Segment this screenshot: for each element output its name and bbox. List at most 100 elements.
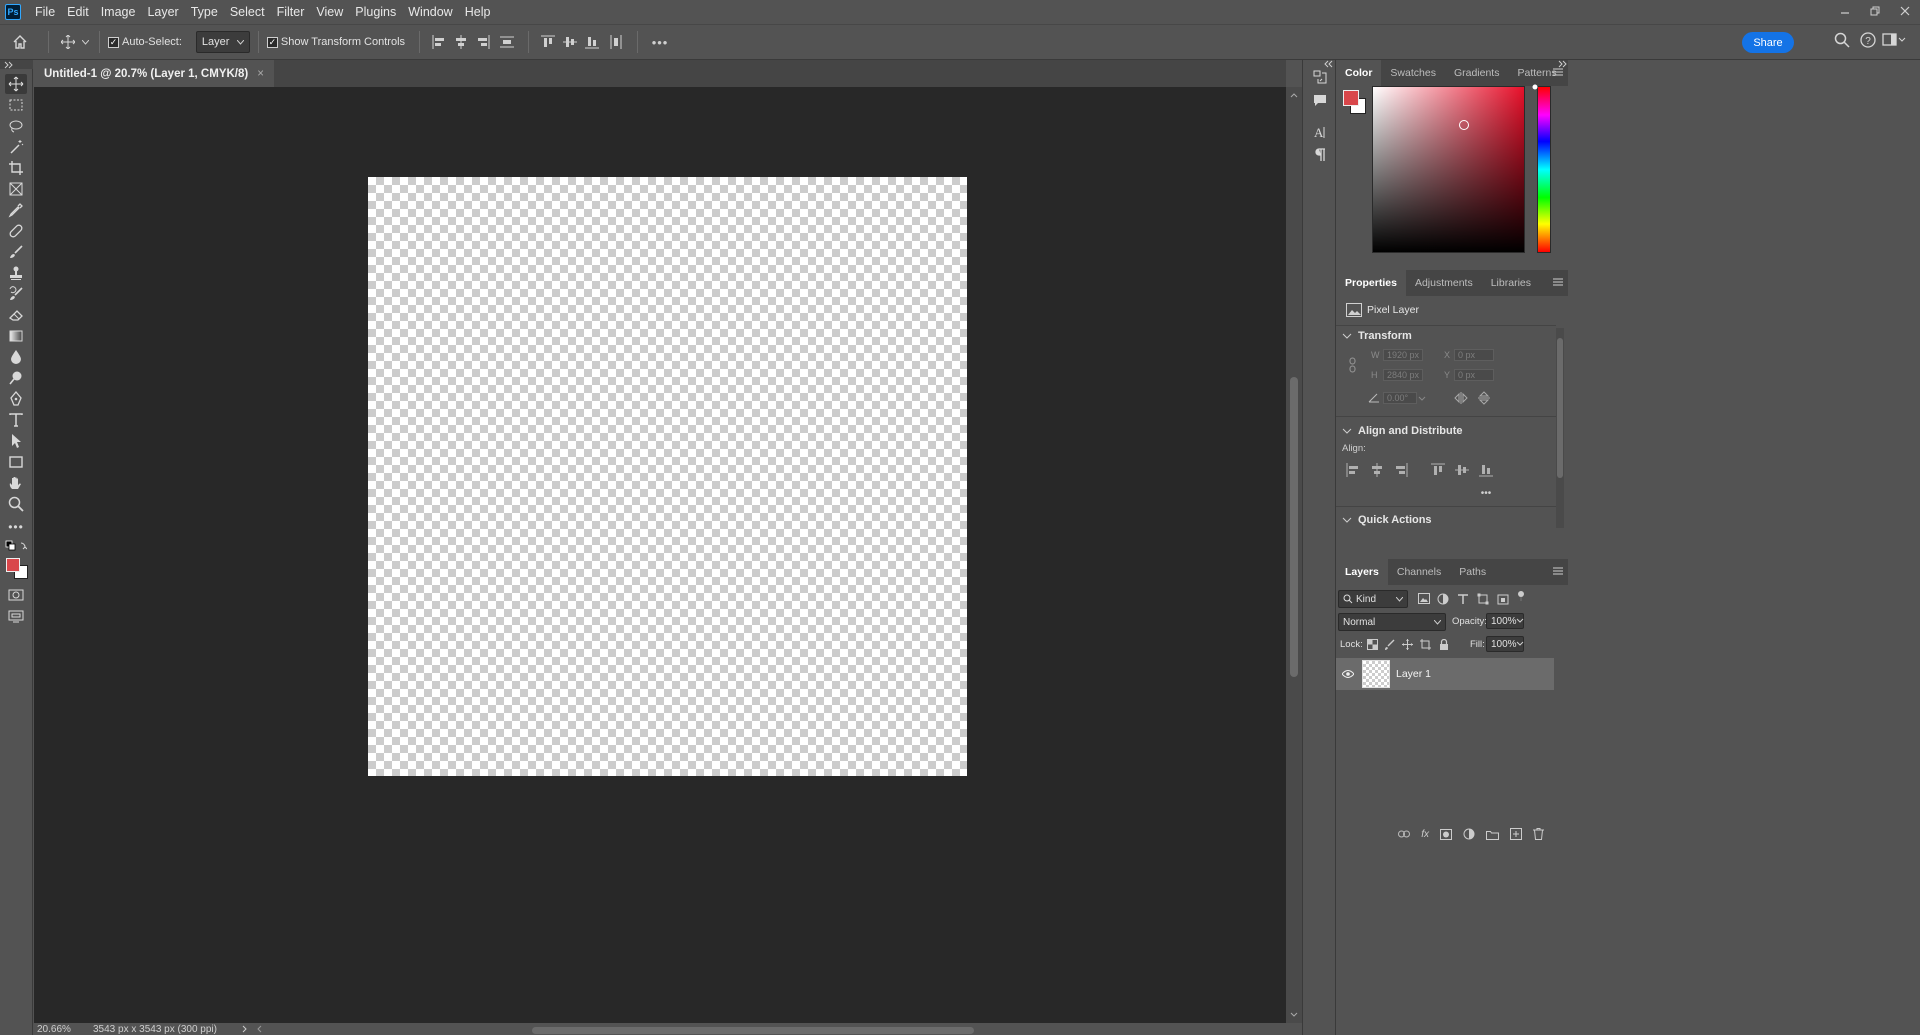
filter-shape-icon[interactable] [1477, 593, 1489, 605]
move-tool-icon[interactable] [5, 74, 27, 94]
toolbar-collapse-bar[interactable] [0, 60, 33, 69]
tab-properties[interactable]: Properties [1336, 270, 1406, 296]
chevron-down-icon[interactable] [1418, 392, 1426, 404]
distribute-vertical-icon[interactable] [494, 35, 520, 49]
menu-edit[interactable]: Edit [61, 0, 95, 24]
blur-tool-icon[interactable] [5, 347, 27, 367]
menu-image[interactable]: Image [95, 0, 142, 24]
comments-panel-icon[interactable] [1311, 91, 1329, 109]
panel-menu-icon[interactable] [1552, 67, 1564, 77]
align-left-edges-icon[interactable] [1346, 463, 1360, 477]
hue-slider[interactable] [1537, 86, 1551, 253]
edit-toolbar-icon[interactable]: ••• [5, 517, 27, 537]
align-right-edges-icon[interactable] [1394, 463, 1408, 477]
auto-select-checkbox[interactable]: ✓ [108, 36, 119, 48]
rectangle-tool-icon[interactable] [5, 452, 27, 472]
move-tool-preset-icon[interactable] [57, 35, 79, 49]
character-panel-icon[interactable]: A [1311, 123, 1329, 141]
align-vertical-centers-icon[interactable] [559, 35, 581, 49]
color-field[interactable] [1372, 86, 1525, 253]
layer-row[interactable]: Layer 1 [1336, 658, 1554, 690]
document-tab[interactable]: Untitled-1 @ 20.7% (Layer 1, CMYK/8) × [34, 60, 274, 87]
marquee-tool-icon[interactable] [5, 95, 27, 115]
menu-filter[interactable]: Filter [271, 0, 311, 24]
more-options-icon[interactable]: ••• [646, 35, 674, 50]
gradient-tool-icon[interactable] [5, 326, 27, 346]
tab-channels[interactable]: Channels [1388, 559, 1450, 585]
chevron-down-icon[interactable] [1516, 640, 1524, 648]
hue-slider-handle[interactable] [1531, 83, 1539, 91]
tab-paths[interactable]: Paths [1450, 559, 1495, 585]
filter-type-icon[interactable] [1457, 593, 1469, 605]
align-top-edges-icon[interactable] [537, 35, 559, 49]
lock-position-icon[interactable] [1402, 639, 1413, 650]
restore-icon[interactable] [1860, 0, 1890, 22]
home-icon[interactable] [0, 34, 40, 50]
new-group-icon[interactable] [1486, 829, 1499, 840]
vertical-scrollbar[interactable] [1286, 87, 1302, 1023]
path-selection-tool-icon[interactable] [5, 431, 27, 451]
link-icon[interactable] [1348, 357, 1358, 373]
lock-all-icon[interactable] [1439, 639, 1449, 650]
align-vertical-centers-icon[interactable] [1455, 463, 1469, 477]
dodge-tool-icon[interactable] [5, 368, 27, 388]
quick-actions-section-header[interactable]: Quick Actions [1342, 514, 1432, 526]
align-top-edges-icon[interactable] [1431, 463, 1445, 477]
zoom-tool-icon[interactable] [5, 494, 27, 514]
delete-layer-icon[interactable] [1533, 828, 1544, 840]
tab-swatches[interactable]: Swatches [1381, 60, 1445, 86]
hand-tool-icon[interactable] [5, 473, 27, 493]
link-layers-icon[interactable] [1398, 830, 1411, 838]
align-horizontal-centers-icon[interactable] [1370, 463, 1384, 477]
align-bottom-edges-icon[interactable] [581, 35, 603, 49]
align-bottom-edges-icon[interactable] [1479, 463, 1493, 477]
tab-color[interactable]: Color [1336, 60, 1382, 86]
clone-stamp-tool-icon[interactable] [5, 263, 27, 283]
foreground-color-swatch[interactable] [6, 558, 20, 572]
tab-layers[interactable]: Layers [1336, 559, 1388, 585]
filter-toggle-icon[interactable] [1516, 590, 1526, 602]
color-picker-cursor[interactable] [1459, 120, 1469, 130]
new-layer-icon[interactable] [1510, 828, 1522, 840]
lasso-tool-icon[interactable] [5, 116, 27, 136]
distribute-horizontal-icon[interactable] [603, 35, 629, 49]
pen-tool-icon[interactable] [5, 389, 27, 409]
tab-libraries[interactable]: Libraries [1482, 270, 1540, 296]
align-left-edges-icon[interactable] [428, 35, 450, 49]
eyedropper-tool-icon[interactable] [5, 200, 27, 220]
new-adjustment-layer-icon[interactable] [1463, 828, 1475, 840]
lock-artboard-icon[interactable] [1420, 639, 1431, 650]
history-panel-icon[interactable] [1311, 68, 1329, 86]
menu-window[interactable]: Window [402, 0, 458, 24]
add-mask-icon[interactable] [1440, 828, 1452, 840]
filter-adjustment-icon[interactable] [1437, 593, 1449, 605]
menu-help[interactable]: Help [459, 0, 497, 24]
type-tool-icon[interactable] [5, 410, 27, 430]
screen-mode-icon[interactable] [5, 606, 27, 626]
tab-adjustments[interactable]: Adjustments [1406, 270, 1482, 296]
align-right-edges-icon[interactable] [472, 35, 494, 49]
menu-view[interactable]: View [310, 0, 349, 24]
filter-smart-object-icon[interactable] [1497, 593, 1509, 605]
canvas-area[interactable] [34, 87, 1286, 1023]
height-field[interactable]: 2840 px [1383, 369, 1423, 381]
flip-vertical-icon[interactable] [1478, 391, 1490, 405]
fx-icon[interactable]: fx [1421, 829, 1429, 840]
x-field[interactable]: 0 px [1454, 349, 1494, 361]
auto-select-target-dropdown[interactable]: Layer [195, 31, 250, 53]
chevron-right-icon[interactable] [241, 1025, 249, 1033]
brush-tool-icon[interactable] [5, 242, 27, 262]
blend-mode-dropdown[interactable]: Normal [1338, 613, 1446, 631]
filter-pixel-icon[interactable] [1418, 593, 1430, 604]
lock-image-pixels-icon[interactable] [1384, 639, 1395, 650]
tab-gradients[interactable]: Gradients [1445, 60, 1509, 86]
align-section-header[interactable]: Align and Distribute [1342, 425, 1463, 437]
transform-section-header[interactable]: Transform [1342, 330, 1412, 342]
minimize-icon[interactable] [1830, 0, 1860, 22]
y-field[interactable]: 0 px [1454, 369, 1494, 381]
eraser-tool-icon[interactable] [5, 305, 27, 325]
menu-type[interactable]: Type [185, 0, 224, 24]
document-canvas[interactable] [368, 177, 967, 776]
panel-menu-icon[interactable] [1552, 566, 1564, 576]
more-align-options-icon[interactable]: ••• [1479, 488, 1493, 499]
